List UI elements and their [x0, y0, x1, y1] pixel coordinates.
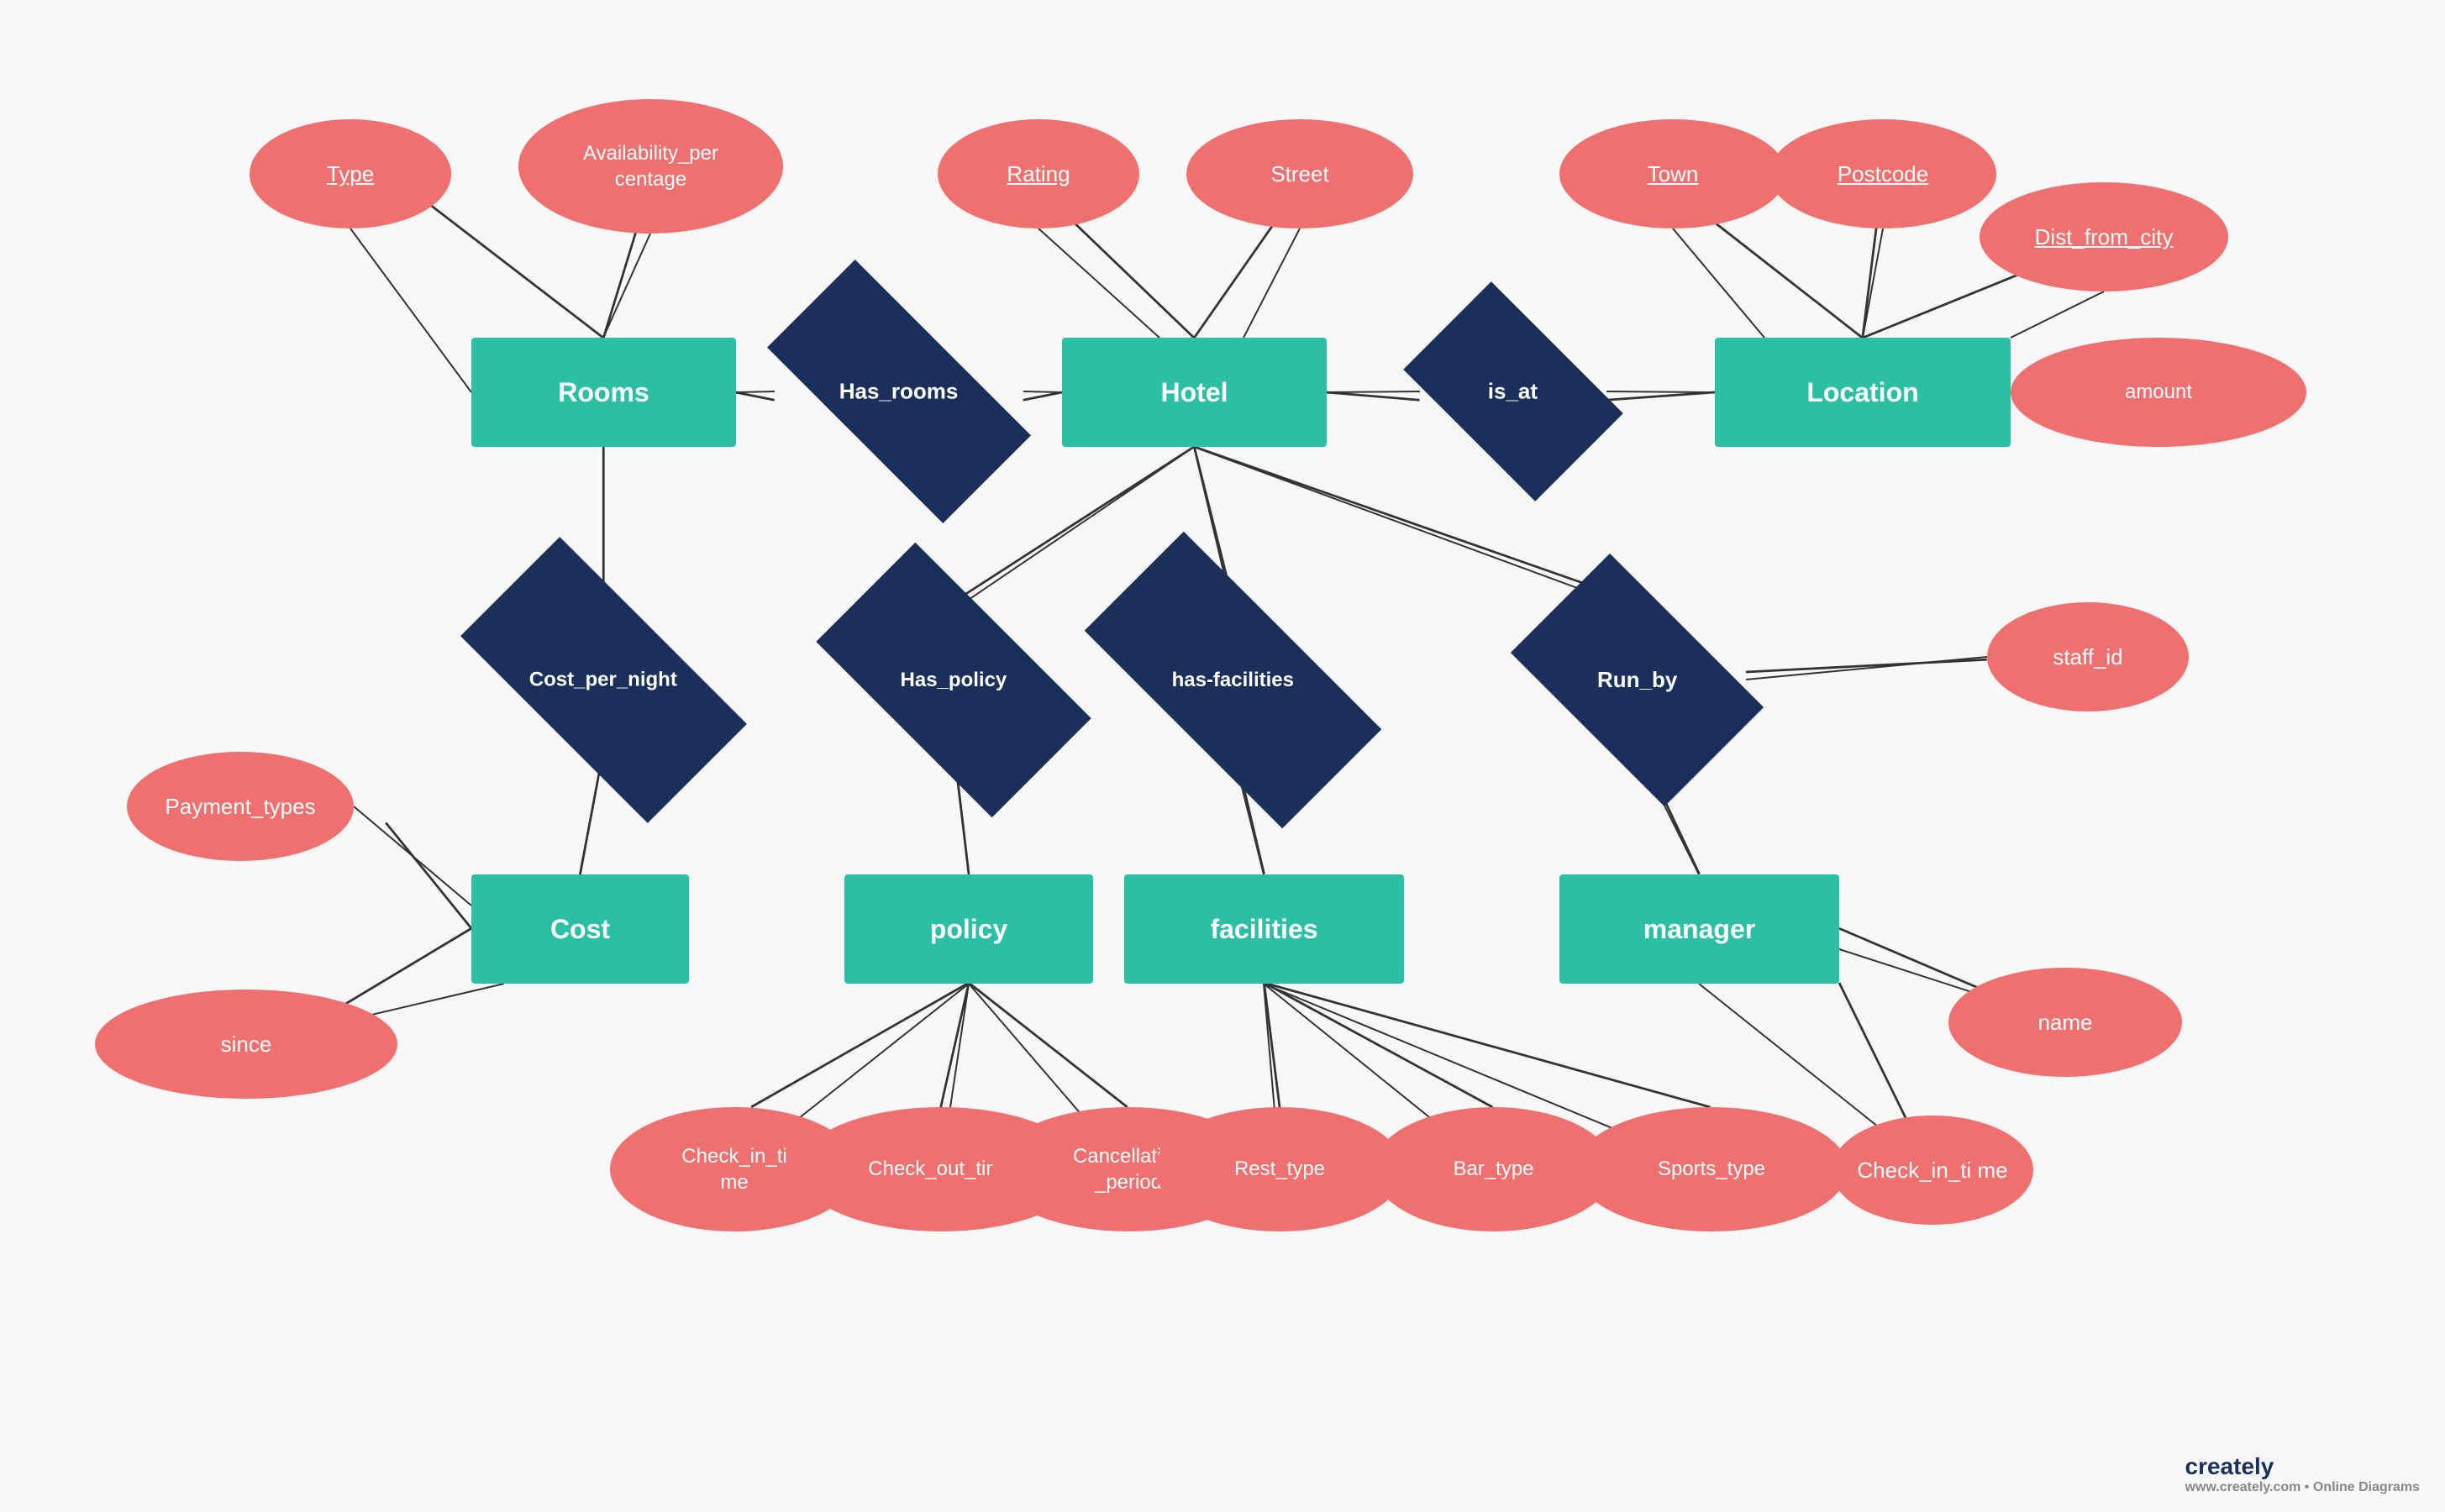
attr-type: Type	[250, 119, 451, 228]
attr-since: staff_id	[1987, 602, 2189, 711]
attr-manager-name: Check_in_ti me	[1832, 1116, 2033, 1225]
watermark: creately www.creately.com • Online Diagr…	[2185, 1453, 2420, 1495]
attr-availability-percentage: Availability_percentage	[518, 99, 783, 234]
entity-cost: Cost	[471, 874, 689, 984]
brand-url: www.creately.com • Online Diagrams	[2185, 1480, 2420, 1495]
er-diagram: Rooms Hotel Location Cost policy facilit…	[0, 0, 2445, 1512]
attr-dist-from-city: amount	[2011, 338, 2306, 447]
attr-name: Rating	[938, 119, 1139, 228]
entity-location: Location	[1715, 338, 2011, 447]
attr-rating: Street	[1186, 119, 1413, 228]
entity-facilities: facilities	[1124, 874, 1404, 984]
attr-town: Postcode	[1769, 119, 1996, 228]
entity-manager: manager	[1559, 874, 1839, 984]
attr-rest-type: Rest_type	[1155, 1107, 1404, 1231]
attr-staff-id: name	[1948, 968, 2182, 1077]
attr-sports-type: Sports_type	[1575, 1107, 1848, 1231]
entity-rooms: Rooms	[471, 338, 736, 447]
attr-payment-types: since	[95, 990, 397, 1099]
entity-hotel: Hotel	[1062, 338, 1327, 447]
entity-policy: policy	[844, 874, 1093, 984]
attr-postcode: Dist_from_city	[1980, 182, 2228, 291]
brand-name: creately	[2185, 1453, 2420, 1480]
attr-amount: Payment_types	[127, 752, 354, 861]
attr-street: Town	[1559, 119, 1786, 228]
